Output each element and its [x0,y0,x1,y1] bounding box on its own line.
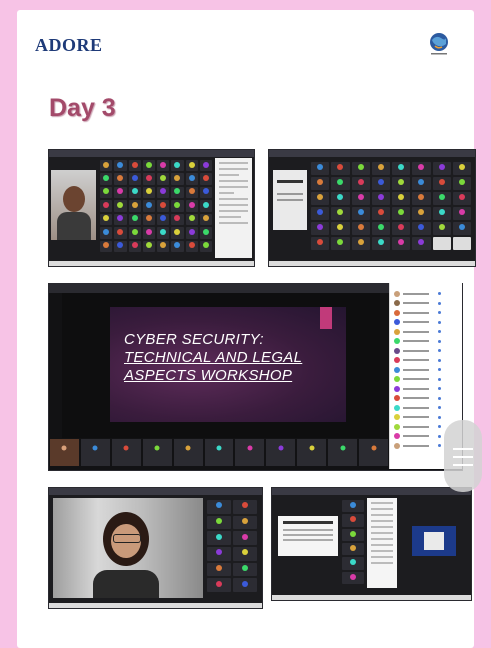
list-item [390,394,462,404]
slide-accent-bar [320,307,332,329]
list-item [390,403,462,413]
window-titlebar [269,150,475,157]
list-item [390,346,462,356]
shared-slide-area: CYBER SECURITY: TECHNICAL AND LEGAL ASPE… [62,293,380,438]
scroll-handle[interactable] [444,420,482,492]
list-item [390,308,462,318]
participant-video [53,498,203,598]
taskbar [269,261,475,266]
meeting-screenshot-2 [268,149,476,267]
taskbar [49,603,262,608]
participant-video [51,170,96,240]
participant-strip [50,439,388,466]
list-item [390,327,462,337]
slide-title-line-3: ASPECTS WORKSHOP [124,367,293,384]
list-item [390,318,462,328]
participant-grid [207,500,257,592]
presentation-slide: CYBER SECURITY: TECHNICAL AND LEGAL ASPE… [110,307,346,422]
presenter-thumbnail [412,526,456,556]
participant-grid [100,160,212,252]
list-item [390,337,462,347]
adore-logo: ADORE [35,35,103,55]
participant-grid [311,162,471,250]
window-titlebar [49,150,254,157]
list-item [390,289,462,299]
globe-emblem-icon [430,33,448,55]
list-item [390,365,462,375]
chat-panel [215,158,252,258]
meeting-screenshot-1 [48,149,255,267]
list-item [390,356,462,366]
slide-title-line-1: CYBER SECURITY: [124,331,264,348]
shared-screen [278,516,338,556]
logo-text: ADORE [35,35,103,55]
slide-title-line-2: TECHNICAL AND LEGAL [124,349,303,366]
taskbar [49,261,254,266]
list-item [390,413,462,423]
list-item [390,384,462,394]
window-titlebar [272,488,471,495]
page-title: Day 3 [49,94,116,122]
taskbar [272,595,471,600]
participant-grid [342,500,364,584]
list-item [390,299,462,309]
people-list-panel [367,498,397,588]
list-item [390,375,462,385]
meeting-screenshot-5 [271,487,472,601]
shared-screen [273,170,307,230]
meeting-screenshot-4 [48,487,263,609]
window-titlebar [49,488,262,495]
